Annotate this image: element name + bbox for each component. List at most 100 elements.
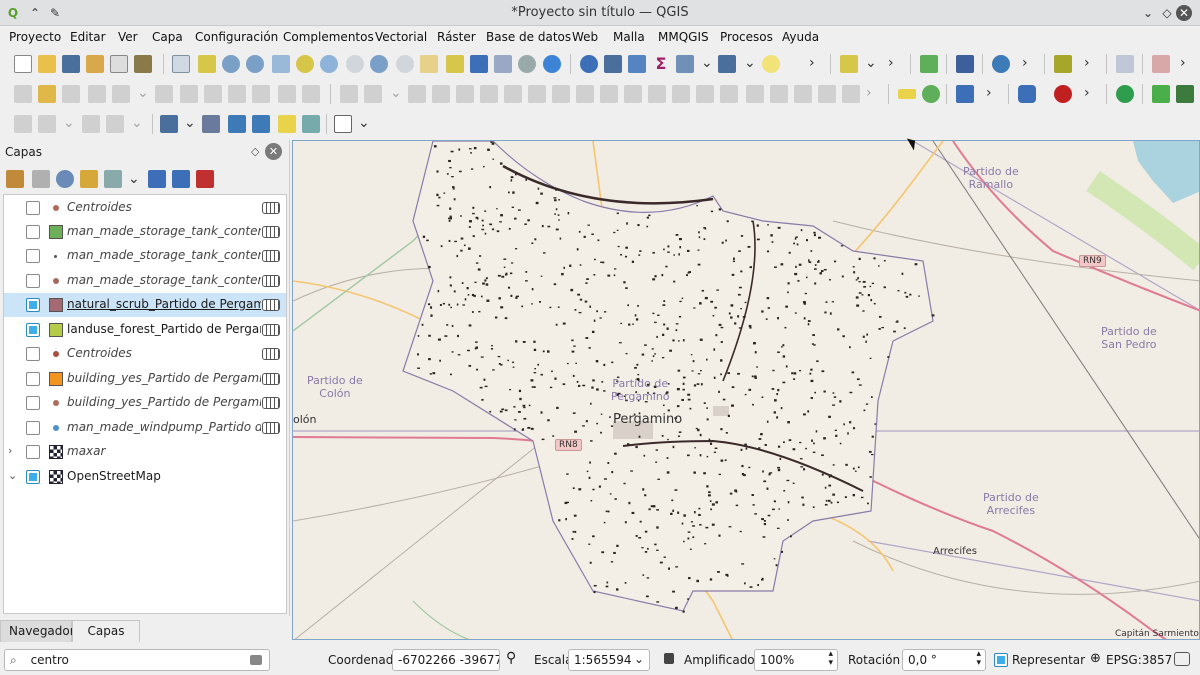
new-3d-view-icon[interactable] [446,55,464,73]
toggle-editing-icon[interactable] [38,85,56,103]
layer-checkbox[interactable] [26,396,40,410]
label-rotate-icon[interactable] [842,85,860,103]
close-window-icon[interactable]: ✕ [1176,5,1192,21]
delete-selected-icon[interactable] [180,85,198,103]
digitize-shape-icon[interactable] [364,85,382,103]
rotate-point-icon[interactable] [672,85,690,103]
render-checkbox[interactable] [994,653,1008,667]
layer-row[interactable]: building_yes_Partido de Pergamino [4,367,286,391]
add-feature-icon[interactable] [88,85,106,103]
zoom-layer-icon[interactable] [320,55,338,73]
filter-indicator-icon[interactable] [262,299,280,311]
map-tips-icon[interactable] [718,55,736,73]
add-part-icon[interactable] [432,85,450,103]
filter-indicator-icon[interactable] [262,250,280,262]
layer-row[interactable]: man_made_storage_tank_content_wate [4,269,286,293]
filter-indicator-icon[interactable] [262,422,280,434]
favorite-star-icon[interactable] [278,115,296,133]
undo-icon[interactable] [278,85,296,103]
advanced-digitize-icon[interactable] [14,115,32,133]
layer-checkbox[interactable] [26,470,40,484]
layer-row[interactable]: Centroides [4,342,286,366]
chevron-right-icon[interactable]: › [1084,84,1090,102]
help-icon[interactable] [956,55,974,73]
filter-indicator-icon[interactable] [262,348,280,360]
filter-indicator-icon[interactable] [262,324,280,336]
redo-icon[interactable] [302,85,320,103]
save-as-icon[interactable] [86,55,104,73]
zoom-last-icon[interactable] [370,55,388,73]
layer-row[interactable]: landuse_forest_Partido de Pergamino [4,318,286,342]
label-move-icon[interactable] [818,85,836,103]
zoom-native-icon[interactable] [346,55,364,73]
refresh-icon[interactable] [543,55,561,73]
chevron-right-icon[interactable]: › [986,84,992,102]
cut-features-icon[interactable] [204,85,222,103]
coordinate-toggle-icon[interactable]: ⚲ [506,650,516,666]
remove-layer-icon[interactable] [196,170,214,188]
chevron-down-icon[interactable]: ⌄ [701,54,713,72]
split-tool-icon[interactable] [252,115,270,133]
coordinate-capture-icon[interactable] [302,115,320,133]
lock-icon[interactable] [664,653,674,664]
deselect-icon[interactable] [202,115,220,133]
expand-arrow-icon[interactable]: › [8,444,12,457]
save-edits-icon[interactable] [62,85,80,103]
layer-row[interactable]: › maxar [4,440,286,464]
report-icon[interactable] [1176,85,1194,103]
scale-combobox[interactable]: 1:565594 ⌄ [568,649,650,671]
fill-ring-icon[interactable] [456,85,474,103]
label-toolbar-icon[interactable] [898,89,916,99]
georeferencer-icon[interactable] [920,55,938,73]
label-pin-icon[interactable] [770,85,788,103]
filter-indicator-icon[interactable] [262,202,280,214]
chevron-down-icon[interactable]: ⌄ [184,114,196,132]
collapse-all-icon[interactable] [172,170,190,188]
magnet-icon[interactable] [1054,85,1072,103]
quick-osm-icon[interactable] [1152,85,1170,103]
menu-base-de-datos[interactable]: Base de datos [486,30,571,44]
tab-capas[interactable]: Capas [72,620,140,642]
offset-curve-icon[interactable] [552,85,570,103]
modify-attributes-icon[interactable] [155,85,173,103]
layer-row-selected[interactable]: natural_scrub_Partido de Pergamino [4,293,286,317]
pan-to-selection-icon[interactable] [198,55,216,73]
new-project-icon[interactable] [14,55,32,73]
float-panel-icon[interactable]: ◇ [251,145,259,158]
share-icon[interactable] [1116,85,1134,103]
merge-attributes-icon[interactable] [648,85,666,103]
menu-mmqgis[interactable]: MMQGIS [658,30,709,44]
chevron-right-icon[interactable]: › [866,84,872,102]
copy-features-icon[interactable] [228,85,246,103]
paste-features-icon[interactable] [252,85,270,103]
menu-proyecto[interactable]: Proyecto [9,30,61,44]
chevron-right-icon[interactable]: › [888,54,894,72]
layer-checkbox[interactable] [26,249,40,263]
layer-checkbox[interactable] [26,201,40,215]
menu-capa[interactable]: Capa [152,30,183,44]
show-bookmarks-icon[interactable] [494,55,512,73]
move-feature-icon[interactable] [38,115,56,133]
field-calculator-icon[interactable] [160,115,178,133]
attribute-table-icon[interactable] [604,55,622,73]
minimize-icon[interactable]: ⌄ [1139,4,1157,22]
chevron-right-icon[interactable]: › [809,54,815,72]
rotation-spinbox[interactable]: 0,0 ° ▴ ▾ [902,649,986,671]
filter-indicator-icon[interactable] [262,226,280,238]
coordinate-field[interactable]: -6702266 -3967741 [392,649,500,671]
menu-vectorial[interactable]: Vectorial [375,30,427,44]
zoom-selection-icon[interactable] [296,55,314,73]
locator-search-input[interactable]: ⌕ centro [4,649,270,671]
layer-checkbox[interactable] [26,298,40,312]
chevron-right-icon[interactable]: › [1022,54,1028,72]
layer-checkbox[interactable] [26,421,40,435]
layer-row[interactable]: man_made_windpump_Partido de Perg [4,416,286,440]
python-console-icon[interactable] [992,55,1010,73]
layer-checkbox[interactable] [26,274,40,288]
menu-procesos[interactable]: Procesos [720,30,773,44]
diagram-icon[interactable] [922,85,940,103]
layer-checkbox[interactable] [26,225,40,239]
maximize-icon[interactable]: ◇ [1158,4,1176,22]
settings-gear-icon[interactable] [628,55,646,73]
filter-legend-icon[interactable] [80,170,98,188]
